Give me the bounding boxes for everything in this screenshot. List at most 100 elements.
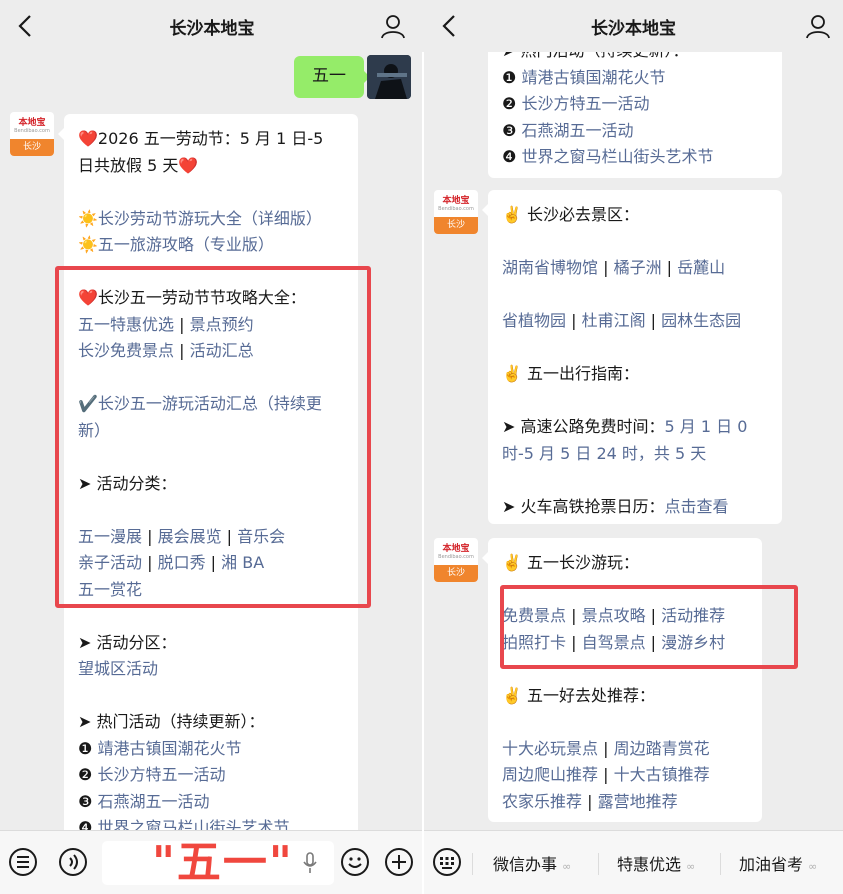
message-line xyxy=(502,282,768,309)
user-icon[interactable] xyxy=(805,13,831,39)
mic-icon[interactable] xyxy=(302,852,318,874)
message-line: ✌️ 五一出行指南： xyxy=(502,361,768,388)
message-line: 时-5 月 5 日 24 时，共 5 天 xyxy=(502,441,768,468)
message-text: ✌️ 五一好去处推荐： xyxy=(502,685,656,705)
link-separator: | xyxy=(598,765,614,784)
message-link[interactable]: 长沙劳动节游玩大全（详细版） xyxy=(98,209,322,228)
message-text: ✌️ 五一出行指南： xyxy=(502,364,640,383)
message-line: ❷ 长沙方特五一活动 xyxy=(502,91,768,118)
message-line xyxy=(78,683,344,710)
self-avatar[interactable] xyxy=(367,55,411,99)
highlight-box-left xyxy=(55,266,371,608)
link-separator: | xyxy=(598,738,614,758)
message-line: 农家乐推荐 | 露营地推荐 xyxy=(502,789,748,816)
message-line xyxy=(78,179,344,206)
message-link[interactable]: 望城区活动 xyxy=(78,659,158,678)
message-link[interactable]: 靖港古镇国潮花火节 xyxy=(97,739,241,758)
overlay-caption: "五一" xyxy=(152,837,294,888)
message-link[interactable]: 点击查看 xyxy=(665,497,729,516)
bot-avatar[interactable]: 本地宝 Bendibao.com 长沙 xyxy=(10,112,54,156)
emoji-icon[interactable] xyxy=(340,847,370,877)
message-text: ❸ xyxy=(78,791,98,811)
message-line: ❸ 石燕湖五一活动 xyxy=(502,118,768,145)
avatar-logo-text: 本地宝 xyxy=(442,195,470,206)
sent-message-bubble[interactable]: 五一 xyxy=(294,56,370,98)
message-line xyxy=(502,335,768,362)
avatar-city: 长沙 xyxy=(10,139,54,156)
message-text: ➤ 高速公路免费时间： xyxy=(502,417,665,436)
message-text: ❸ xyxy=(502,120,522,140)
link-separator: | xyxy=(566,311,582,330)
message-text: ❶ xyxy=(78,738,98,758)
avatar-city: 长沙 xyxy=(434,565,478,582)
message-link[interactable]: 5 月 1 日 0 xyxy=(665,417,748,436)
chat-header-right: 长沙本地宝 xyxy=(424,0,843,52)
message-link[interactable]: 靖港古镇国潮花火节 xyxy=(521,68,665,87)
message-line xyxy=(502,229,768,256)
link-separator: | xyxy=(645,311,662,330)
message-text: ❷ xyxy=(502,94,522,113)
message-line: ❶ 靖港古镇国潮花火节 xyxy=(78,736,344,763)
message-link[interactable]: 杜甫江阁 xyxy=(582,311,646,330)
message-line: ❷ 长沙方特五一活动 xyxy=(78,762,344,789)
menu-item-tehui[interactable]: 特惠优选 ∞ xyxy=(617,851,695,875)
user-icon[interactable] xyxy=(380,13,406,39)
message-line: 望城区活动 xyxy=(78,656,344,683)
link-separator: | xyxy=(661,258,678,277)
chat-header: 长沙本地宝 xyxy=(0,0,424,52)
link-separator: | xyxy=(598,258,614,277)
message-line: ❶ 靖港古镇国潮花火节 xyxy=(502,65,768,92)
message-link[interactable]: 湖南省博物馆 xyxy=(502,258,598,277)
message-link[interactable]: 世界之窗马栏山街头艺术节 xyxy=(521,147,713,166)
message-link[interactable]: 园林生态园 xyxy=(661,311,741,330)
plus-icon[interactable] xyxy=(384,847,414,877)
message-link[interactable]: 石燕湖五一活动 xyxy=(521,121,633,140)
right-message-bubble-1: ➤ 热门活动（持续更新）：❶ 靖港古镇国潮花火节❷ 长沙方特五一活动❸ 石燕湖五… xyxy=(488,30,782,178)
message-text: ➤ 活动分区： xyxy=(78,632,177,652)
message-text: ❤️ xyxy=(178,155,199,175)
message-text: ❶ xyxy=(502,67,522,87)
message-link[interactable]: 岳麓山 xyxy=(677,258,725,277)
chat-panel-right: 长沙本地宝 ➤ 热门活动（持续更新）：❶ 靖港古镇国潮花火节❷ 长沙方特五一活动… xyxy=(424,0,843,894)
message-link[interactable]: 时-5 月 5 日 24 时，共 5 天 xyxy=(502,444,706,463)
message-link[interactable]: 五一旅游攻略（专业版） xyxy=(98,235,274,254)
link-icon: ∞ xyxy=(562,860,572,873)
message-text: ☀️ xyxy=(78,235,98,254)
message-link[interactable]: 农家乐推荐 xyxy=(502,792,582,811)
message-text: 2026 五一劳动节：5 月 1 日-5 xyxy=(97,129,324,148)
message-link[interactable]: 十大必玩景点 xyxy=(502,739,598,758)
message-text: ❤️ xyxy=(78,129,98,148)
avatar-logo-sub: Bendibao.com xyxy=(14,127,50,134)
message-link[interactable]: 石燕湖五一活动 xyxy=(97,792,209,811)
message-line: 日共放假 5 天❤️ xyxy=(78,153,344,180)
chat-title: 长沙本地宝 xyxy=(169,19,255,39)
message-link[interactable]: 橘子洲 xyxy=(614,258,662,277)
message-text: ➤ 火车高铁抢票日历： xyxy=(502,496,665,516)
avatar-logo-text: 本地宝 xyxy=(442,543,470,554)
menu-item-shengkao[interactable]: 加油省考 ∞ xyxy=(739,851,817,875)
chat-panel-left: 长沙本地宝 五一 本地宝 Bendibao.com 长沙 ❤️2026 五一劳动节… xyxy=(0,0,424,894)
message-link[interactable]: 省植物园 xyxy=(502,311,566,330)
message-line: ☀️长沙劳动节游玩大全（详细版） xyxy=(78,206,344,233)
voice-icon[interactable] xyxy=(58,847,88,877)
message-link[interactable]: 长沙方特五一活动 xyxy=(521,94,649,113)
message-link[interactable]: 长沙方特五一活动 xyxy=(97,765,225,784)
message-line: ➤ 活动分区： xyxy=(78,630,344,657)
bot-avatar[interactable]: 本地宝 Bendibao.com 长沙 xyxy=(434,190,478,234)
message-line: ☀️五一旅游攻略（专业版） xyxy=(78,232,344,259)
keyboard-icon[interactable] xyxy=(432,847,462,877)
right-message-bubble-3: ✌️ 五一长沙游玩： 免费景点 | 景点攻略 | 活动推荐 拍照打卡 | 自驾景点 … xyxy=(482,538,762,822)
message-link[interactable]: 周边爬山推荐 xyxy=(502,765,598,784)
message-text: ➤ 热门活动（持续更新）： xyxy=(78,712,265,731)
avatar-city: 长沙 xyxy=(434,217,478,234)
message-line: ➤ 火车高铁抢票日历：点击查看 xyxy=(502,494,768,521)
bot-avatar[interactable]: 本地宝 Bendibao.com 长沙 xyxy=(434,538,478,582)
link-separator: | xyxy=(582,791,598,811)
menu-icon[interactable] xyxy=(8,847,38,877)
message-link[interactable]: 周边踏青赏花 xyxy=(614,739,710,758)
message-link[interactable]: 露营地推荐 xyxy=(598,792,678,811)
menu-item-weixin[interactable]: 微信办事 ∞ xyxy=(493,851,571,875)
service-menu-bar: 微信办事 ∞ 特惠优选 ∞ 加油省考 ∞ xyxy=(424,830,843,894)
message-line: ❤️2026 五一劳动节：5 月 1 日-5 xyxy=(78,126,344,153)
message-link[interactable]: 十大古镇推荐 xyxy=(614,765,710,784)
